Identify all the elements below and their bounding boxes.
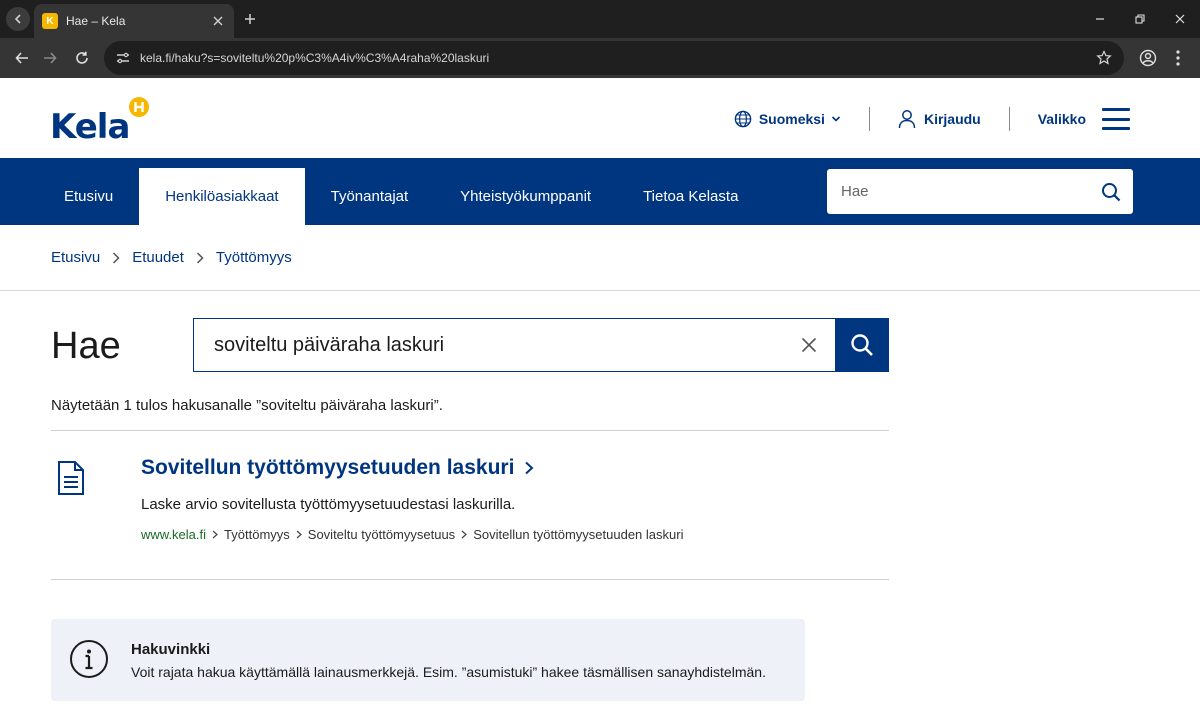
- address-bar[interactable]: kela.fi/haku?s=soviteltu%20p%C3%A4iv%C3%…: [104, 41, 1124, 75]
- search-icon: [851, 334, 873, 356]
- tab-title: Hae – Kela: [66, 14, 126, 28]
- result-title-link[interactable]: Sovitellun työttömyysetuuden laskuri: [141, 456, 534, 480]
- minimize-icon[interactable]: [1086, 6, 1114, 32]
- nav-item-3[interactable]: Yhteistyökumppanit: [434, 168, 617, 225]
- chevron-right-icon: [212, 530, 218, 539]
- result-path-segment: Työttömyys: [224, 527, 290, 542]
- address-url: kela.fi/haku?s=soviteltu%20p%C3%A4iv%C3%…: [140, 51, 490, 65]
- user-icon: [898, 110, 916, 129]
- clear-search-icon[interactable]: [801, 337, 817, 353]
- divider: [51, 430, 889, 431]
- browser-tabbar: K Hae – Kela: [0, 0, 1200, 38]
- breadcrumb-link[interactable]: Työttömyys: [216, 249, 292, 266]
- result-path: www.kela.fi Työttömyys Soviteltu työttömy…: [141, 527, 683, 542]
- nav-item-2[interactable]: Työnantajat: [305, 168, 435, 225]
- page-title: Hae: [51, 325, 121, 367]
- breadcrumb: Etusivu Etuudet Työttömyys: [0, 225, 1200, 291]
- chevron-right-icon: [196, 251, 204, 264]
- menu-label: Valikko: [1037, 111, 1086, 127]
- result-description: Laske arvio sovitellusta työttömyysetuud…: [141, 496, 516, 513]
- reload-icon[interactable]: [70, 46, 94, 70]
- search-tip-box: Hakuvinkki Voit rajata hakua käyttämällä…: [51, 619, 805, 701]
- nav-item-4[interactable]: Tietoa Kelasta: [617, 168, 764, 225]
- chevron-right-icon: [524, 461, 534, 475]
- language-label: Suomeksi: [758, 111, 825, 127]
- result-path-segment: Sovitellun työttömyysetuuden laskuri: [473, 527, 684, 542]
- result-count-text: Näytetään 1 tulos hakusanalle ”soviteltu…: [51, 397, 443, 414]
- site-header: Kela Suomeksi Kirjaudu Valikko: [0, 78, 1200, 158]
- browser-tab-active[interactable]: K Hae – Kela: [34, 4, 234, 38]
- logo-text: Kela: [50, 107, 130, 147]
- arrow-left-icon: [14, 14, 21, 24]
- chevron-right-icon: [461, 530, 468, 539]
- nav-item-1[interactable]: Henkilöasiakkaat: [139, 168, 305, 225]
- breadcrumb-link[interactable]: Etusivu: [51, 249, 100, 266]
- logo-badge-icon: [129, 97, 150, 117]
- new-tab-plus-icon[interactable]: [240, 9, 260, 29]
- kela-favicon: K: [42, 13, 58, 29]
- window-close-icon[interactable]: [1166, 6, 1194, 32]
- login-link[interactable]: Kirjaudu: [898, 109, 981, 129]
- tab-search-button[interactable]: [6, 7, 30, 31]
- tip-title: Hakuvinkki: [131, 641, 211, 658]
- tab-close-icon[interactable]: [210, 13, 226, 29]
- chevron-right-icon: [296, 530, 302, 539]
- nav-links: Etusivu Henkilöasiakkaat Työnantajat Yhteis…: [38, 168, 764, 225]
- search-form: [193, 318, 889, 372]
- tip-text: Voit rajata hakua käyttämällä lainausmer…: [131, 664, 766, 680]
- chevron-down-icon: [831, 116, 841, 122]
- search-field[interactable]: [193, 318, 835, 372]
- header-separator: [868, 107, 870, 131]
- kela-logo[interactable]: Kela: [50, 96, 150, 144]
- login-label: Kirjaudu: [923, 111, 981, 127]
- profile-icon[interactable]: [1136, 46, 1160, 70]
- forward-arrow-icon[interactable]: [38, 46, 62, 70]
- document-icon: [58, 461, 84, 495]
- result-title: Sovitellun työttömyysetuuden laskuri: [141, 456, 515, 479]
- bookmark-star-icon[interactable]: [1096, 50, 1112, 66]
- nav-item-0[interactable]: Etusivu: [38, 168, 139, 225]
- restore-icon[interactable]: [1126, 6, 1154, 32]
- header-actions: Suomeksi Kirjaudu Valikko: [734, 104, 1130, 134]
- hamburger-menu-icon: [1102, 108, 1130, 130]
- breadcrumb-link[interactable]: Etuudet: [132, 249, 184, 266]
- site-settings-icon[interactable]: [116, 51, 130, 65]
- globe-icon: [734, 110, 752, 128]
- browser-toolbar: kela.fi/haku?s=soviteltu%20p%C3%A4iv%C3%…: [0, 38, 1200, 78]
- info-icon: [70, 640, 108, 678]
- chevron-right-icon: [112, 251, 120, 264]
- main-navigation: Etusivu Henkilöasiakkaat Työnantajat Yhteis…: [0, 158, 1200, 225]
- nav-search-input[interactable]: [841, 183, 1101, 200]
- nav-search-field[interactable]: [827, 169, 1133, 214]
- result-path-segment: Soviteltu työttömyysetuus: [307, 527, 456, 542]
- header-separator: [1008, 107, 1010, 131]
- result-domain: www.kela.fi: [141, 527, 207, 542]
- divider: [51, 579, 889, 580]
- menu-button[interactable]: Valikko: [1038, 108, 1130, 130]
- search-icon[interactable]: [1101, 182, 1121, 202]
- search-submit-button[interactable]: [835, 318, 889, 372]
- back-arrow-icon[interactable]: [10, 46, 34, 70]
- language-selector[interactable]: Suomeksi: [734, 110, 841, 128]
- search-input[interactable]: [214, 333, 801, 357]
- browser-menu-icon[interactable]: [1166, 46, 1190, 70]
